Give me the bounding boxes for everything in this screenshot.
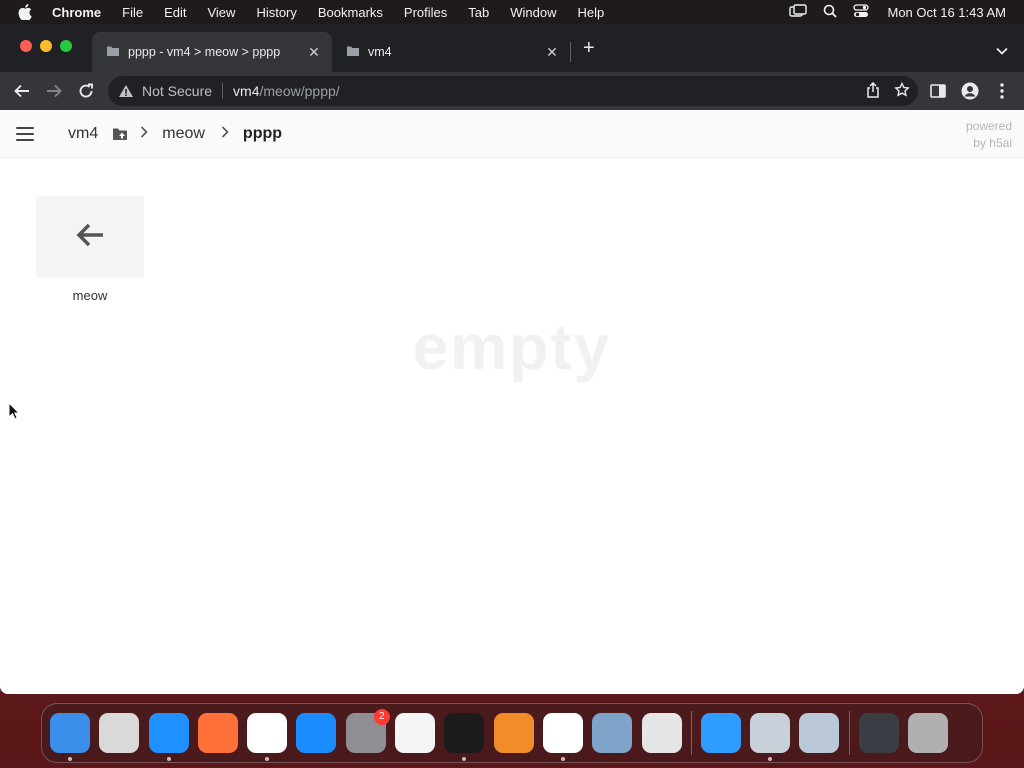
powered-line: by h5ai: [973, 136, 1012, 150]
zoom-window-button[interactable]: [60, 40, 72, 52]
tab-strip: pppp - vm4 > meow > pppp ✕ vm4 ✕ +: [0, 24, 1024, 72]
tab-close-icon[interactable]: ✕: [540, 44, 564, 61]
dock-launchpad-icon[interactable]: [99, 713, 140, 753]
share-icon[interactable]: [866, 81, 880, 102]
warning-triangle-icon[interactable]: [118, 83, 134, 99]
tab-title: pppp - vm4 > meow > pppp: [128, 45, 281, 59]
screen-mirroring-icon[interactable]: [789, 3, 808, 21]
profile-avatar-icon[interactable]: [960, 81, 980, 101]
control-center-icon[interactable]: [853, 3, 870, 21]
item-label: meow: [72, 288, 108, 303]
dock-preview-icon[interactable]: [799, 713, 840, 753]
dock-roblox-icon[interactable]: [641, 713, 682, 753]
parent-folder-item[interactable]: meow: [36, 196, 144, 303]
chrome-menu-icon[interactable]: [992, 81, 1012, 101]
dock-terminal-icon[interactable]: [444, 713, 485, 761]
item-thumbnail: [36, 196, 144, 278]
h5ai-topbar: vm4 meow pppp powered by h5ai: [0, 110, 1024, 158]
powered-by-h5ai[interactable]: powered by h5ai: [966, 118, 1012, 152]
menu-clock[interactable]: Mon Oct 16 1:43 AM: [887, 5, 1006, 20]
breadcrumb-pppp[interactable]: pppp: [243, 125, 282, 143]
new-tab-button[interactable]: +: [583, 38, 595, 58]
powered-line: powered: [965, 119, 1012, 133]
breadcrumb-meow[interactable]: meow: [162, 125, 205, 143]
folder-icon: [112, 127, 128, 141]
dock: 2: [41, 703, 983, 763]
tab-separator: [570, 42, 571, 62]
omnibox-divider: [222, 83, 224, 99]
bookmark-star-icon[interactable]: [894, 81, 910, 102]
dock-utility-icon[interactable]: [750, 713, 791, 761]
side-panel-icon[interactable]: [928, 81, 948, 101]
tab-title: vm4: [368, 45, 392, 59]
menu-bookmarks[interactable]: Bookmarks: [318, 5, 383, 20]
back-arrow-icon: [75, 222, 105, 253]
menu-profiles[interactable]: Profiles: [404, 5, 447, 20]
menu-window[interactable]: Window: [510, 5, 556, 20]
hamburger-menu-icon[interactable]: [16, 127, 34, 145]
dock-chrome-icon[interactable]: [247, 713, 288, 761]
menu-edit[interactable]: Edit: [164, 5, 186, 20]
running-indicator: [68, 757, 72, 761]
url-path: /meow/pppp/: [259, 83, 340, 99]
menu-view[interactable]: View: [207, 5, 235, 20]
running-indicator: [560, 757, 565, 761]
dock-app-store-icon[interactable]: [296, 713, 337, 753]
menu-help[interactable]: Help: [578, 5, 605, 20]
minimize-window-button[interactable]: [40, 40, 52, 52]
breadcrumb: vm4 meow pppp: [68, 110, 282, 158]
notification-badge: 2: [373, 709, 390, 725]
reload-button[interactable]: [76, 81, 96, 101]
menu-tab[interactable]: Tab: [468, 5, 489, 20]
back-button[interactable]: [12, 81, 32, 101]
dock-vs-code-icon[interactable]: [542, 713, 583, 761]
chevron-right-icon: [221, 125, 229, 143]
tab-pppp[interactable]: pppp - vm4 > meow > pppp ✕: [92, 32, 332, 72]
running-indicator: [166, 757, 171, 761]
browser-toolbar: Not Secure vm4/meow/pppp/: [0, 72, 1024, 110]
empty-placeholder: empty: [412, 311, 612, 383]
chevron-right-icon: [140, 125, 148, 143]
dock-downloads-icon[interactable]: [858, 713, 899, 753]
dock-roblox-studio-icon[interactable]: [700, 713, 741, 753]
close-window-button[interactable]: [20, 40, 32, 52]
breadcrumb-vm4[interactable]: vm4: [68, 125, 98, 143]
menu-file[interactable]: File: [122, 5, 143, 20]
running-indicator: [462, 757, 467, 761]
tab-search-chevron-icon[interactable]: [996, 42, 1008, 60]
apple-menu-icon[interactable]: [18, 4, 36, 20]
menu-app-name[interactable]: Chrome: [52, 5, 101, 20]
dock-firefox-icon[interactable]: [197, 713, 238, 753]
dock-virtualbox-icon[interactable]: [592, 713, 633, 753]
running-indicator: [265, 757, 270, 761]
dock-finder-icon[interactable]: [50, 713, 90, 761]
tab-vm4[interactable]: vm4 ✕: [332, 32, 570, 72]
folder-favicon-icon: [106, 45, 120, 60]
folder-favicon-icon: [346, 45, 360, 60]
menu-bar: Chrome File Edit View History Bookmarks …: [0, 0, 1024, 24]
page-content: vm4 meow pppp powered by h5ai meow empty: [0, 110, 1024, 694]
window-controls: [20, 40, 72, 52]
tab-close-icon[interactable]: ✕: [302, 44, 326, 61]
dock-trash-icon[interactable]: [908, 713, 949, 753]
dock-textedit-icon[interactable]: [395, 713, 436, 753]
dock-garageband-icon[interactable]: [493, 713, 534, 753]
dock-separator: [848, 711, 850, 755]
dock-safari-icon[interactable]: [148, 713, 189, 761]
menu-history[interactable]: History: [256, 5, 296, 20]
security-status[interactable]: Not Secure: [142, 83, 212, 99]
url-host: vm4: [233, 83, 260, 99]
running-indicator: [768, 757, 773, 761]
forward-button[interactable]: [44, 81, 64, 101]
spotlight-search-icon[interactable]: [823, 4, 838, 21]
dock-system-preferences-icon[interactable]: 2: [345, 709, 390, 753]
mouse-cursor-icon: [8, 401, 21, 425]
address-bar[interactable]: Not Secure vm4/meow/pppp/: [108, 76, 918, 106]
browser-window: pppp - vm4 > meow > pppp ✕ vm4 ✕ + Not S…: [0, 24, 1024, 694]
dock-separator: [690, 711, 692, 755]
